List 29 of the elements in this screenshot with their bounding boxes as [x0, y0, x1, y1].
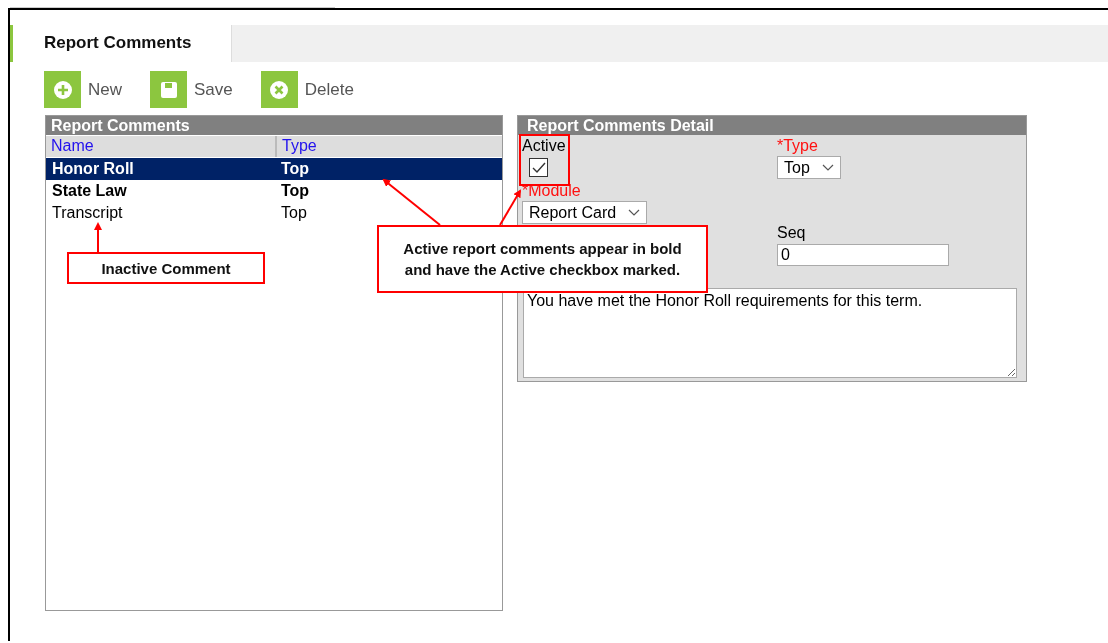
dropdown[interactable]: Top — [777, 156, 841, 179]
field-label: Active — [522, 137, 566, 155]
arrow — [382, 178, 441, 226]
callout-note: Active report comments appear in bold and have the Active checkbox marked. — [377, 225, 708, 293]
dropdown[interactable]: Report Card — [522, 201, 648, 224]
panel-header: Report Comments Detail — [518, 116, 1026, 135]
tab[interactable]: Report Comments — [10, 25, 232, 62]
arrow — [499, 189, 521, 226]
plus-icon — [53, 80, 72, 99]
panel-header: Report Comments — [46, 116, 502, 135]
column-header[interactable]: Type — [277, 136, 502, 157]
checkmark-icon — [531, 161, 546, 174]
list-row[interactable]: State Law Top — [46, 180, 502, 202]
field-label: *Type — [777, 137, 818, 155]
callout-note: Inactive Comment — [67, 252, 265, 284]
checkbox[interactable] — [529, 158, 548, 177]
chevron-down-icon — [821, 163, 834, 172]
comment-text-area[interactable]: You have met the Honor Roll requirements for this term. — [523, 288, 1017, 378]
list-row[interactable]: Honor Roll Top — [46, 158, 502, 180]
field-label: Seq — [777, 224, 806, 242]
highlight-frame — [519, 134, 570, 186]
delete-button[interactable]: Delete — [260, 71, 354, 108]
save-button[interactable]: Save — [150, 71, 233, 108]
new-button[interactable]: New — [44, 71, 122, 108]
arrow — [94, 222, 102, 253]
chevron-down-icon — [628, 208, 641, 217]
seq-input[interactable]: 0 — [777, 244, 949, 266]
close-icon — [270, 80, 289, 99]
list-row[interactable]: Transcript Top — [46, 202, 502, 224]
